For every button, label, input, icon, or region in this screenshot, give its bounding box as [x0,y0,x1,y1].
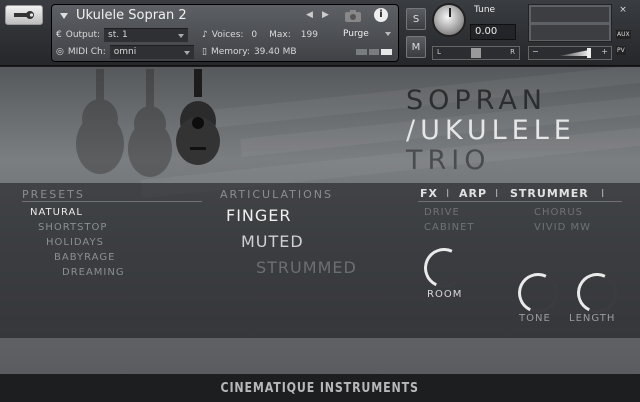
articulation-finger[interactable]: FINGER [226,206,292,225]
chevron-down-icon [178,33,185,38]
output-row: € Output: st. 1 [56,27,189,42]
length-knob[interactable] [577,273,617,313]
output-value: st. 1 [108,30,128,40]
voices-icon: ♪ [202,29,208,40]
articulation-strummed[interactable]: STRUMMED [256,258,357,277]
length-label: LENGTH [569,313,616,324]
output-select[interactable]: st. 1 [104,27,189,42]
pan-right-label: R [510,48,515,56]
fx-drive[interactable]: DRIVE [424,207,460,218]
memory-row: ▯ Memory: 39.40 MB [202,44,297,59]
fx-vivid-mw[interactable]: VIVID MW [534,222,591,233]
tab-arp[interactable]: ARP [459,187,487,200]
instrument-menu-icon[interactable] [60,13,68,19]
midi-row: ◎ MIDI Ch: omni [56,44,194,59]
title-line-1: SOPRAN [406,85,548,116]
aux-button[interactable]: AUX [616,30,631,39]
pv-button[interactable]: PV [616,46,626,55]
voices-value: 0 [251,29,258,40]
tab-strummer[interactable]: STRUMMER [510,187,589,200]
instrument-header: Ukulele Sopran 2 ◀ ▶ i € Output: st. 1 ♪… [0,0,640,66]
tab-separator: I [495,187,500,200]
chevron-down-icon [183,50,190,55]
tune-label: Tune [474,5,496,15]
midi-label: MIDI Ch: [67,46,106,57]
memory-label: Memory: [210,46,250,57]
room-label: ROOM [427,289,463,300]
level-meter [528,4,612,42]
max-value[interactable]: 199 [301,30,318,40]
memory-value: 39.40 MB [253,46,297,57]
tab-separator: I [446,187,451,200]
tab-fx[interactable]: FX [420,187,438,200]
output-label: Output: [65,29,101,40]
ukulele-artwork [76,69,220,177]
purge-meter [356,49,393,55]
info-icon[interactable]: i [374,8,388,22]
meter-right-channel [531,25,609,40]
pan-handle[interactable] [471,48,481,58]
close-icon[interactable]: × [616,4,630,16]
voices-row: ♪ Voices: 0 Max: 199 [202,27,318,42]
chevron-down-icon [385,32,391,36]
next-instrument-icon[interactable]: ▶ [322,10,329,20]
tabs-divider [418,201,622,202]
wrench-button[interactable] [5,5,43,25]
title-line-3: TRIO [406,145,491,176]
memory-icon: ▯ [202,46,207,57]
preset-shortstop[interactable]: SHORTSTOP [38,222,107,233]
volume-minus-label: − [532,47,539,56]
mute-button[interactable]: M [406,36,426,58]
solo-button[interactable]: S [406,8,426,30]
volume-slider[interactable]: − + [528,46,612,60]
tone-knob[interactable] [518,273,558,313]
purge-label: Purge [343,29,369,39]
preset-natural[interactable]: NATURAL [30,207,83,218]
instrument-panel: SOPRAN /UKULELE TRIO PRESETS NATURAL SHO… [0,67,640,374]
midi-icon: ◎ [56,46,64,57]
output-icon: € [56,29,62,40]
instrument-info-panel: Ukulele Sopran 2 ◀ ▶ i € Output: st. 1 ♪… [51,4,399,62]
articulation-muted[interactable]: MUTED [241,232,304,251]
title-line-2: /UKULELE [406,115,576,146]
instrument-name[interactable]: Ukulele Sopran 2 [76,8,187,23]
midi-channel-select[interactable]: omni [109,44,194,59]
presets-heading: PRESETS [22,188,85,201]
fx-cabinet[interactable]: CABINET [424,222,475,233]
camera-icon[interactable] [344,8,362,22]
meter-left-channel [531,7,609,22]
wrench-icon [14,11,34,19]
tab-separator: I [601,187,606,200]
articulations-heading: ARTICULATIONS [220,188,333,201]
brand-footer: CINEMATIQUE INSTRUMENTS [0,374,640,402]
preset-babyrage[interactable]: BABYRAGE [54,252,115,263]
preset-dreaming[interactable]: DREAMING [62,267,125,278]
pan-left-label: L [437,48,441,56]
purge-button[interactable]: Purge [339,27,395,41]
midi-value: omni [113,47,137,57]
tune-knob[interactable] [432,3,466,37]
volume-plus-label: + [601,47,608,56]
tone-label: TONE [519,313,551,324]
max-label: Max: [269,29,291,40]
room-knob[interactable] [424,248,464,288]
prev-instrument-icon[interactable]: ◀ [306,10,313,20]
voices-label: Voices: [211,29,244,40]
volume-ramp [559,50,589,56]
brand-name: CINEMATIQUE INSTRUMENTS [220,380,420,396]
fx-chorus[interactable]: CHORUS [534,207,583,218]
tune-value[interactable]: 0.00 [470,24,516,40]
preset-holidays[interactable]: HOLIDAYS [46,237,104,248]
presets-divider [22,201,202,202]
pan-slider[interactable]: L R [432,46,520,60]
volume-handle[interactable] [587,48,591,58]
